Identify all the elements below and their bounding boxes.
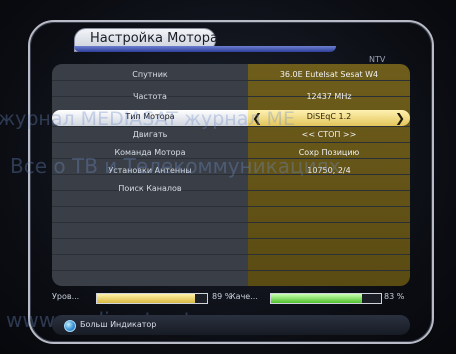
signal-level-label: Уров... bbox=[52, 292, 80, 301]
title-underline bbox=[74, 46, 336, 52]
signal-quality-label: Каче... bbox=[230, 292, 258, 301]
signal-quality-fill bbox=[271, 294, 363, 303]
row-label-frequency[interactable]: Частота bbox=[52, 92, 248, 101]
row-value-frequency[interactable]: 12437 MHz bbox=[248, 92, 410, 101]
row-value-satellite[interactable]: 36.0E Eutelsat Sesat W4 bbox=[248, 70, 410, 79]
watermark-line-2: Все о ТВ и Телекоммуникациях bbox=[10, 154, 341, 178]
signal-level-fill bbox=[97, 294, 195, 303]
row-divider bbox=[52, 270, 410, 271]
signal-quality-percent: 83 % bbox=[384, 292, 405, 301]
row-divider bbox=[52, 238, 410, 239]
signal-quality-bar bbox=[270, 293, 382, 304]
chevron-right-icon[interactable]: ❯ bbox=[393, 110, 407, 126]
watermark-line-1: журнал MEDIASAT журнал ME bbox=[0, 108, 295, 130]
help-bar-big-indicator[interactable]: Больш Индикатор bbox=[80, 320, 156, 329]
row-label-satellite[interactable]: Спутник bbox=[52, 70, 248, 79]
signal-level-bar bbox=[96, 293, 208, 304]
row-divider bbox=[52, 142, 410, 143]
channel-label: NTV bbox=[369, 55, 386, 64]
row-value-move[interactable]: << СТОП >> bbox=[248, 130, 410, 139]
page-title: Настройка Мотора bbox=[90, 31, 218, 46]
row-divider bbox=[52, 206, 410, 207]
row-divider bbox=[52, 222, 410, 223]
blue-button-icon bbox=[64, 320, 76, 332]
row-label-move[interactable]: Двигать bbox=[52, 130, 248, 139]
row-label-channel-search[interactable]: Поиск Каналов bbox=[52, 184, 248, 193]
row-divider bbox=[52, 80, 410, 81]
row-divider bbox=[52, 254, 410, 255]
